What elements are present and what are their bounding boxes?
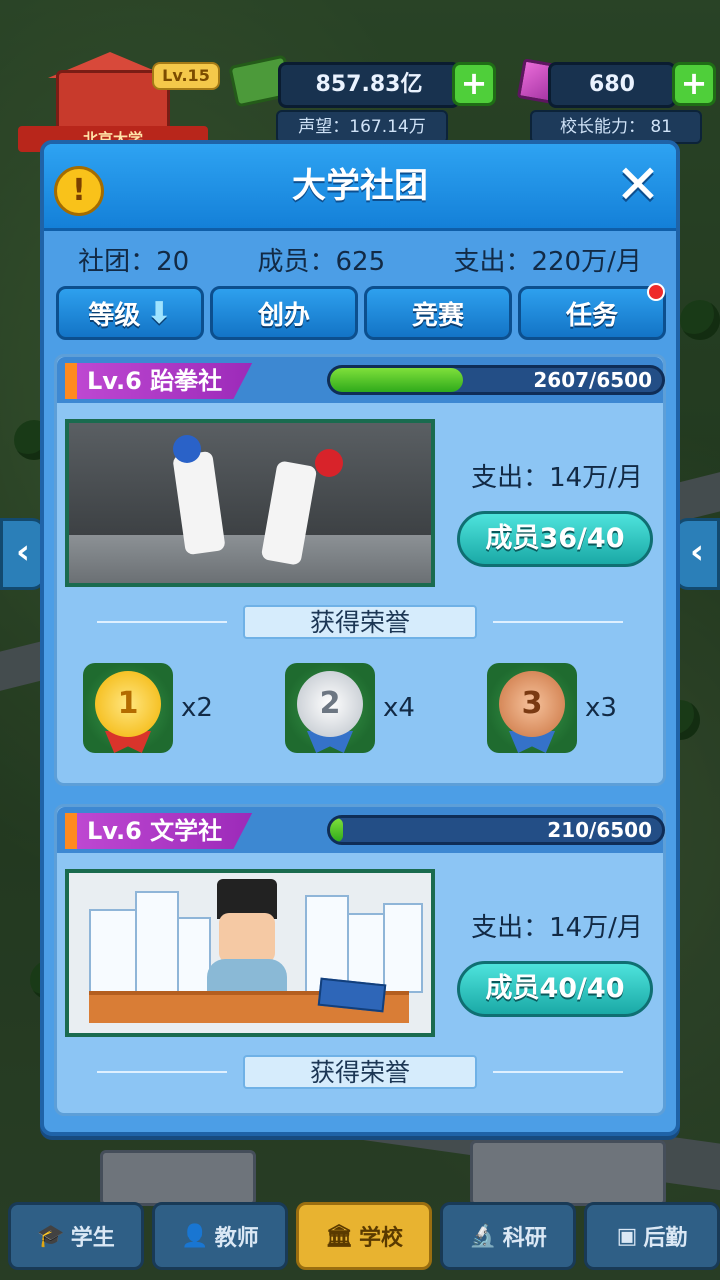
- close-button[interactable]: ✕: [610, 158, 666, 214]
- club-name: Lv.6 文学社: [65, 813, 253, 849]
- gold-medal-icon: 1: [83, 663, 173, 753]
- members-button[interactable]: 成员36/40: [457, 511, 653, 567]
- club-progress-bar: 2607/6500: [327, 365, 665, 395]
- arrow-down-icon: ⬇: [146, 295, 172, 331]
- nav-label: 后勤: [643, 1226, 688, 1251]
- divider: [97, 1071, 227, 1073]
- nav-teachers[interactable]: 👤 教师: [152, 1202, 288, 1270]
- silver-medal-icon: 2: [285, 663, 375, 753]
- school-level-badge: Lv.15: [152, 62, 220, 90]
- teacher-icon: 👤: [181, 1223, 209, 1249]
- paper-stack: [383, 903, 423, 993]
- money-display: 857.83亿: [278, 62, 460, 108]
- notification-dot: [647, 283, 665, 301]
- medal-rank: 3: [499, 671, 565, 737]
- members-button[interactable]: 成员40/40: [457, 961, 653, 1017]
- modal-title: 大学社团: [292, 166, 428, 206]
- club-header: Lv.6 文学社 210/6500: [57, 807, 665, 853]
- divider: [493, 1071, 623, 1073]
- silver-medal-count: x4: [383, 693, 415, 723]
- club-count: 社团：20: [78, 246, 190, 277]
- bronze-medal-icon: 3: [487, 663, 577, 753]
- progress-text: 210/6500: [547, 818, 652, 842]
- info-icon[interactable]: !: [54, 166, 104, 216]
- taekwondo-image: [65, 419, 435, 587]
- bottom-nav: 🎓 学生 👤 教师 🏛 学校 🔬 科研 ▣ 后勤: [0, 1192, 720, 1280]
- club-card-taekwondo: Lv.6 跆拳社 2607/6500 支出：14万/月 成员36/40 获得荣誉: [54, 354, 666, 786]
- red-helmet: [315, 449, 343, 477]
- club-list: Lv.6 跆拳社 2607/6500 支出：14万/月 成员36/40 获得荣誉: [54, 354, 666, 1134]
- progress-text: 2607/6500: [533, 368, 652, 392]
- honor-title: 获得荣誉: [243, 1055, 477, 1089]
- tab-tasks[interactable]: 任务: [518, 283, 666, 340]
- club-name: Lv.6 跆拳社: [65, 363, 253, 399]
- nav-label: 教师: [214, 1226, 259, 1251]
- club-card-literature: Lv.6 文学社 210/6500 支出：14万/月 成员40/40 获得荣誉: [54, 804, 666, 1116]
- medal-rank: 1: [95, 671, 161, 737]
- nav-logistics[interactable]: ▣ 后勤: [584, 1202, 720, 1270]
- paper-stack: [89, 909, 137, 993]
- graduation-cap-icon: 🎓: [37, 1223, 65, 1249]
- principal-ability-display: 校长能力： 81: [530, 110, 702, 144]
- wall: [69, 423, 431, 535]
- club-stats: 社团：20 成员：625 支出：220万/月: [44, 234, 676, 284]
- tab-label: 创办: [257, 300, 310, 331]
- modal-header: 大学社团 ! ✕: [44, 144, 676, 231]
- honor-title: 获得荣誉: [243, 605, 477, 639]
- progress-fill: [330, 368, 464, 392]
- scholar-face: [219, 913, 275, 963]
- bronze-medal-count: x3: [585, 693, 617, 723]
- member-count: 成员：625: [257, 246, 386, 277]
- club-progress-bar: 210/6500: [327, 815, 665, 845]
- reputation-display: 声望：167.14万: [276, 110, 448, 144]
- medal-rank: 2: [297, 671, 363, 737]
- tab-level[interactable]: 等级 ⬇: [56, 286, 204, 340]
- honor-section: 获得荣誉: [57, 605, 663, 639]
- divider: [97, 621, 227, 623]
- tab-label: 竞赛: [411, 300, 464, 331]
- nav-label: 学校: [358, 1226, 403, 1251]
- tab-label: 等级: [88, 300, 141, 331]
- logistics-card-icon: ▣: [616, 1223, 638, 1249]
- nav-label: 科研: [502, 1226, 547, 1251]
- divider: [493, 621, 623, 623]
- nav-school[interactable]: 🏛 学校: [296, 1202, 432, 1270]
- club-modal: 大学社团 ! ✕ 社团：20 成员：625 支出：220万/月 等级 ⬇ 创办 …: [40, 140, 680, 1136]
- total-expense: 支出：220万/月: [453, 246, 642, 277]
- club-header: Lv.6 跆拳社 2607/6500: [57, 357, 665, 403]
- nav-label: 学生: [70, 1226, 115, 1251]
- floor: [69, 535, 431, 583]
- honor-section: 获得荣誉: [57, 1055, 663, 1089]
- school-building-icon: 🏛: [325, 1223, 353, 1249]
- tab-create[interactable]: 创办: [210, 286, 358, 340]
- tab-label: 任务: [565, 300, 618, 331]
- gems-display: 680: [548, 62, 676, 108]
- club-expense: 支出：14万/月: [471, 913, 643, 943]
- top-hud: 北京大学 Lv.15 857.83亿 + 声望：167.14万 680 + 校长…: [0, 0, 720, 152]
- right-arrow-icon[interactable]: ‹: [674, 518, 720, 590]
- modal-tabs: 等级 ⬇ 创办 竞赛 任务: [56, 283, 666, 342]
- add-money-button[interactable]: +: [452, 62, 496, 106]
- nav-students[interactable]: 🎓 学生: [8, 1202, 144, 1270]
- paper-stack: [177, 917, 211, 993]
- medals-row: 1 x2 2 x4 3 x3: [57, 663, 663, 759]
- tab-competition[interactable]: 竞赛: [364, 286, 512, 340]
- paper-stack: [135, 891, 179, 993]
- progress-fill: [330, 818, 344, 842]
- nav-research[interactable]: 🔬 科研: [440, 1202, 576, 1270]
- gold-medal-count: x2: [181, 693, 213, 723]
- microscope-icon: 🔬: [469, 1223, 497, 1249]
- club-expense: 支出：14万/月: [471, 463, 643, 493]
- blue-helmet: [173, 435, 201, 463]
- literature-image: [65, 869, 435, 1037]
- add-gems-button[interactable]: +: [672, 62, 716, 106]
